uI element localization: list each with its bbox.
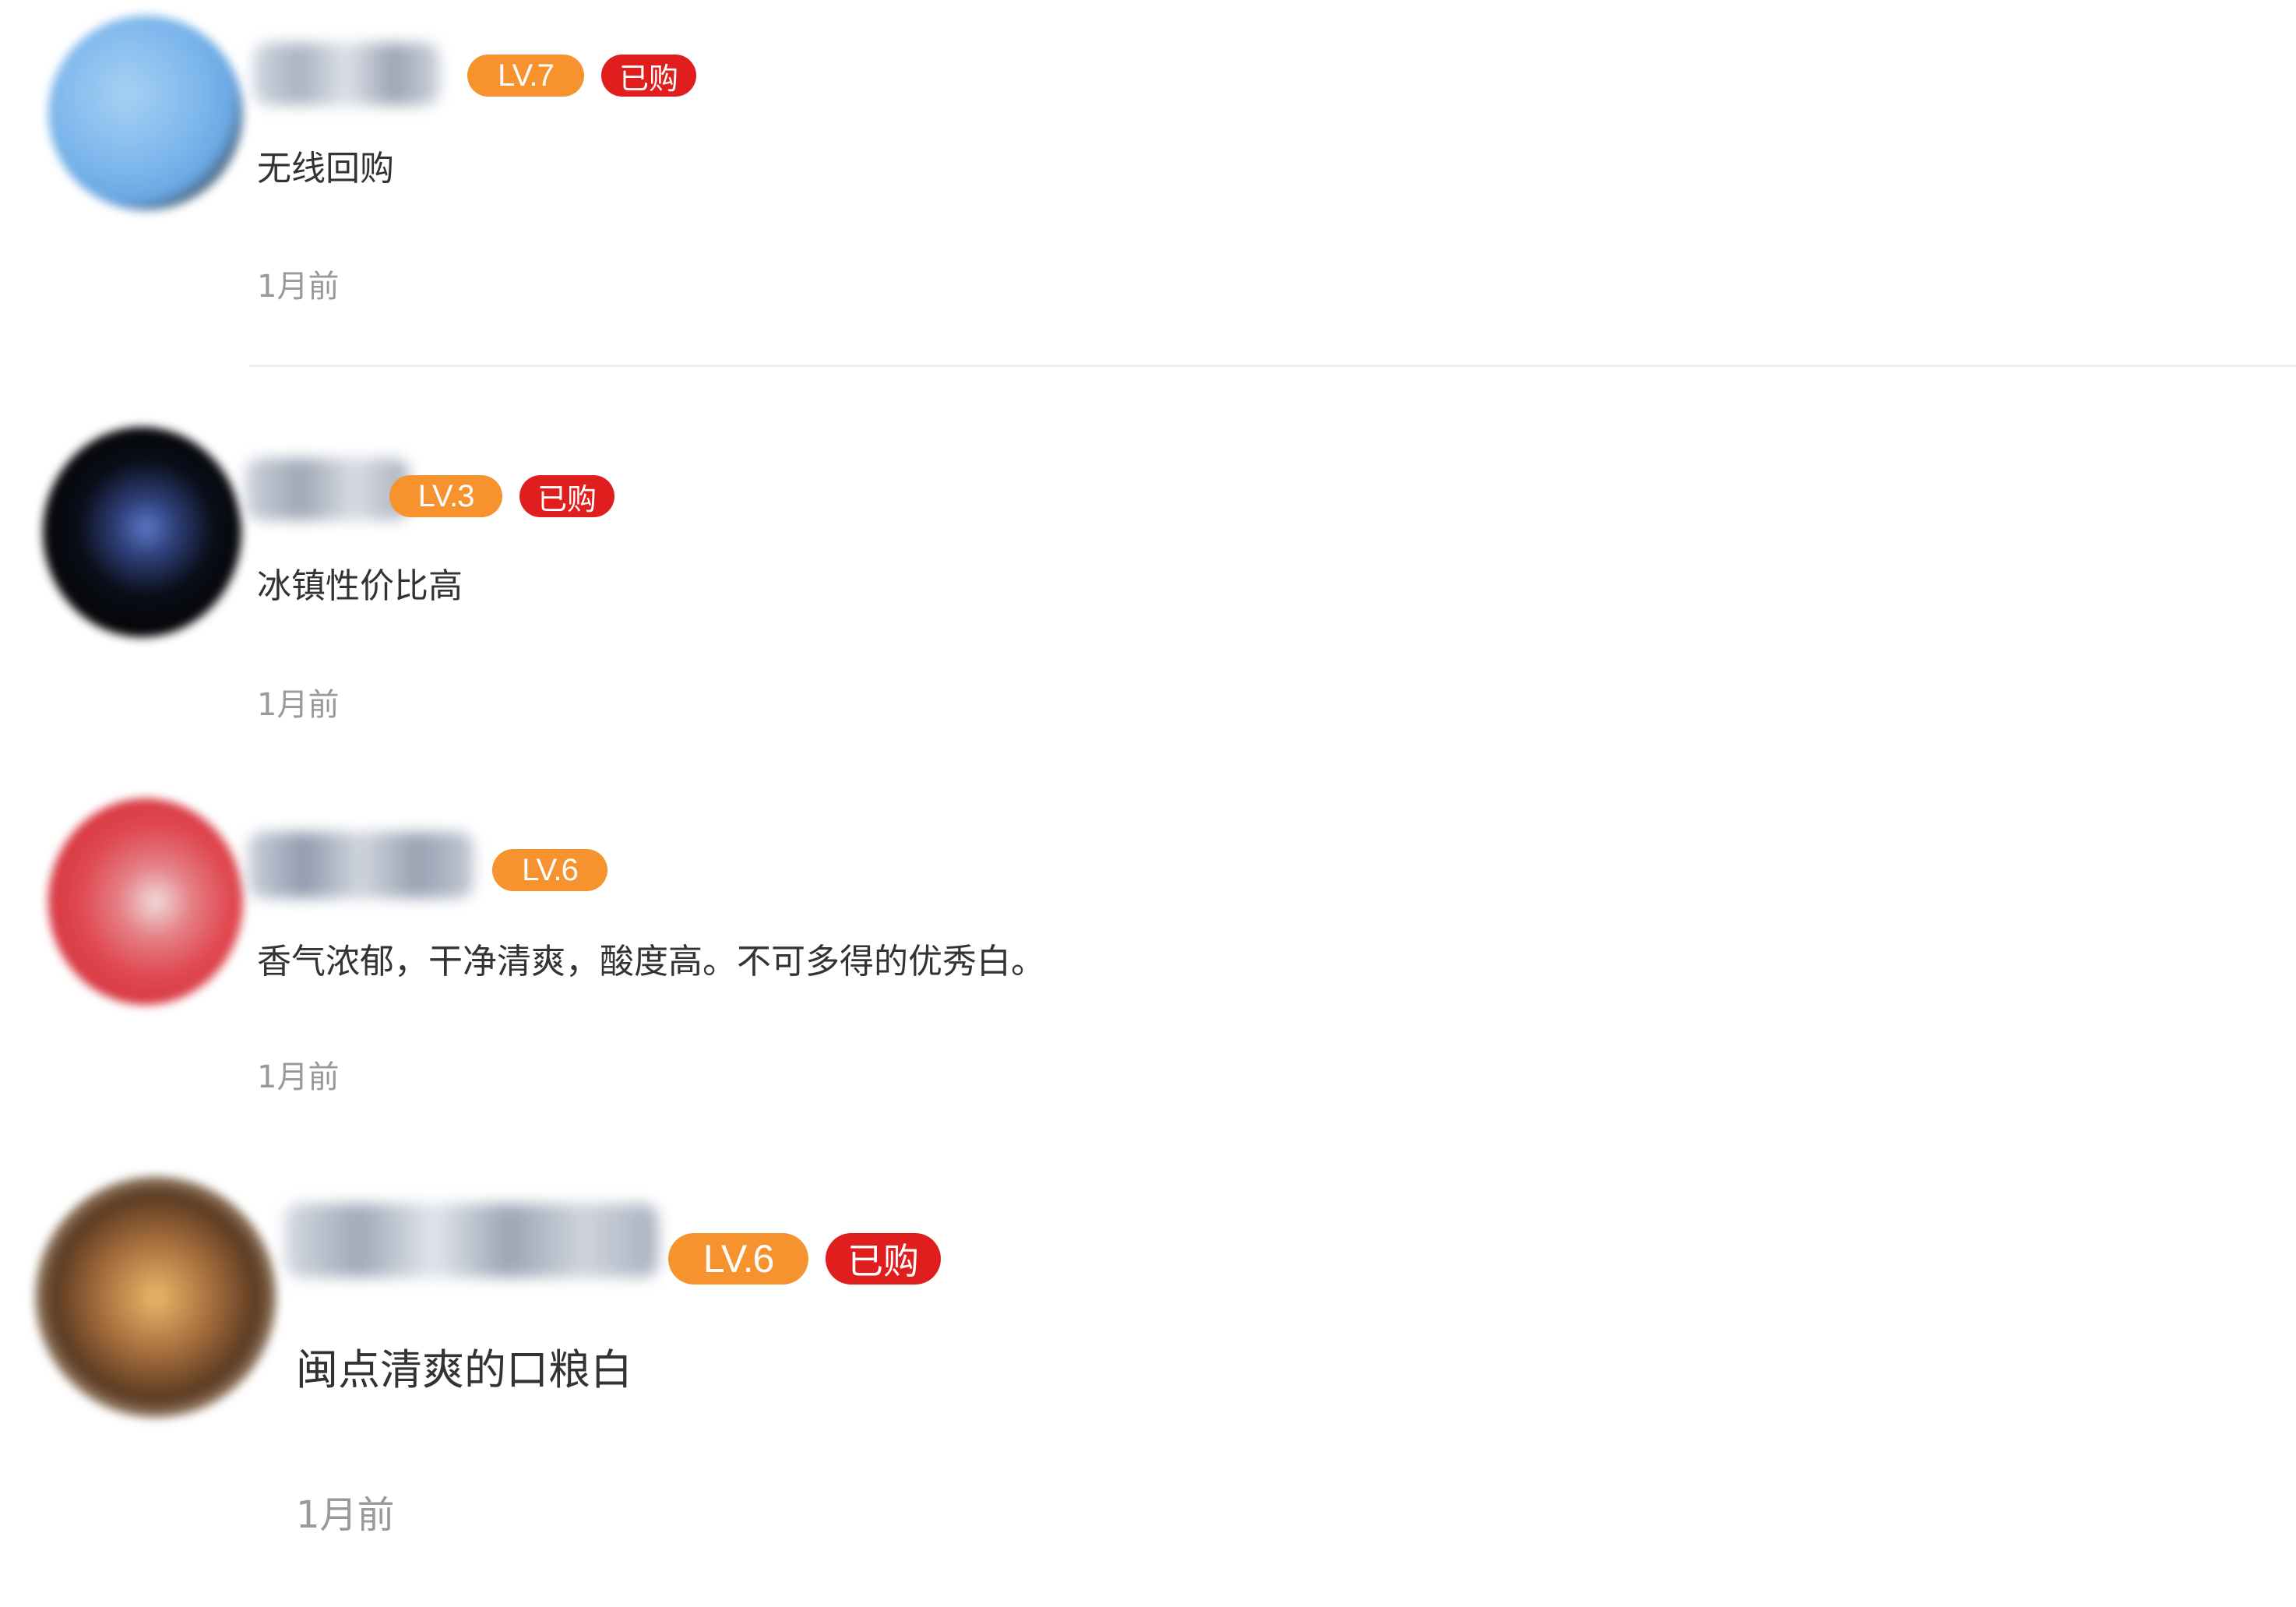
username-blurred[interactable] — [284, 1203, 658, 1277]
level-badge: LV.3 — [389, 475, 502, 517]
user-badges: LV.3 已购 — [389, 475, 614, 517]
avatar[interactable] — [35, 1176, 276, 1418]
avatar[interactable] — [48, 16, 243, 210]
comment-text: 香气浓郁，干净清爽，酸度高。不可多得的优秀白。 — [257, 942, 1045, 981]
username-blurred[interactable] — [248, 832, 474, 898]
user-badges: LV.6 — [492, 849, 607, 891]
username-blurred[interactable] — [245, 458, 409, 520]
purchased-badge: 已购 — [601, 55, 696, 97]
comment-text: 闽点清爽的口粮白 — [296, 1345, 632, 1394]
level-badge: LV.7 — [467, 55, 584, 97]
comment-feed: LV.7 已购 无线回购 1月前 LV.3 已购 冰镇性价比高 1月前 LV.6… — [0, 0, 2296, 1607]
purchased-badge: 已购 — [519, 475, 614, 517]
user-badges: LV.6 已购 — [668, 1233, 941, 1285]
comment-text: 无线回购 — [257, 149, 394, 189]
avatar[interactable] — [48, 798, 243, 1005]
user-badges: LV.7 已购 — [467, 55, 696, 97]
purchased-badge: 已购 — [826, 1233, 941, 1285]
comment-time: 1月前 — [296, 1493, 395, 1537]
avatar[interactable] — [43, 427, 241, 637]
level-badge: LV.6 — [492, 849, 607, 891]
comment-time: 1月前 — [257, 1059, 340, 1095]
comment-text: 冰镇性价比高 — [257, 566, 463, 606]
level-badge: LV.6 — [668, 1233, 808, 1285]
comment-time: 1月前 — [257, 687, 340, 723]
divider — [249, 365, 2296, 367]
comment-time: 1月前 — [257, 269, 340, 305]
username-blurred[interactable] — [253, 43, 440, 105]
